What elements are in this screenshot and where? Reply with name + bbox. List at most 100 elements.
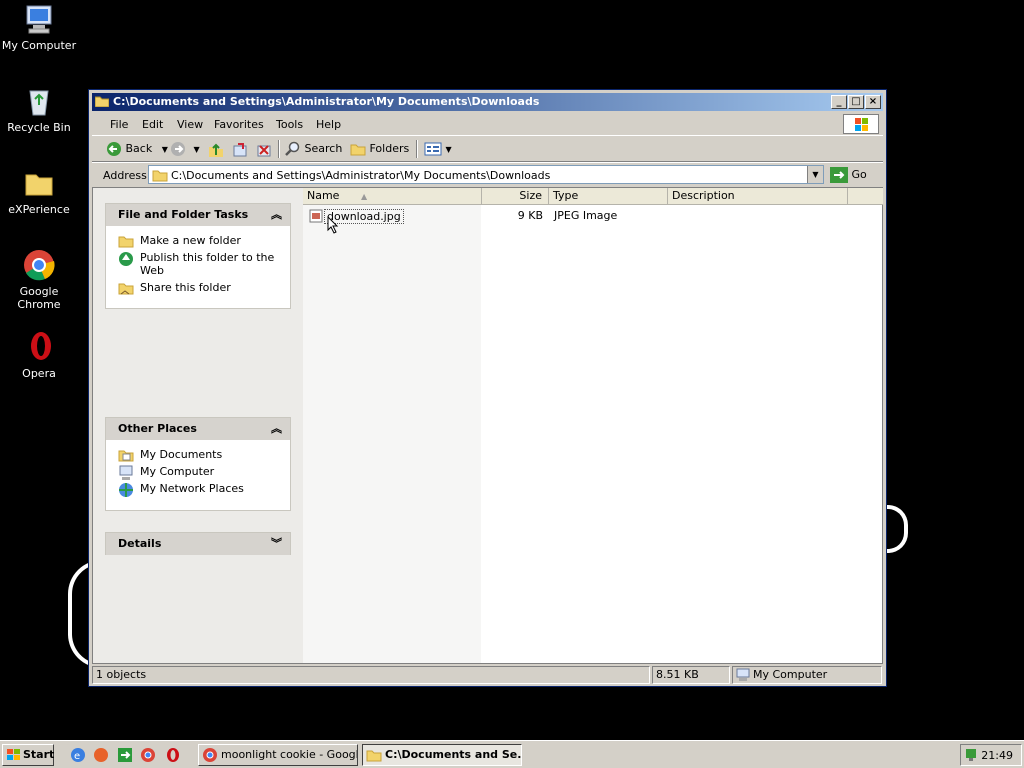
folder-icon [366, 750, 382, 762]
back-dropdown-icon[interactable]: ▼ [162, 145, 168, 154]
panel-title: File and Folder Tasks [118, 208, 249, 221]
my-computer-icon [736, 668, 750, 681]
delete-icon [257, 145, 271, 157]
address-label: Address [103, 169, 147, 182]
my-computer-icon [118, 465, 134, 480]
folder-icon [152, 170, 168, 182]
desktop-icon-recycle-bin[interactable]: Recycle Bin [0, 85, 78, 134]
desktop-wallpaper-stroke [884, 505, 908, 553]
details-panel: Details ︾ [105, 532, 291, 555]
windows-logo-icon [843, 114, 879, 134]
table-row[interactable]: download.jpg 9 KB JPEG Image [303, 208, 882, 224]
minimize-button[interactable]: _ [831, 95, 847, 109]
place-label: My Network Places [140, 482, 244, 495]
windows-logo-icon [7, 749, 20, 760]
delete-button[interactable] [256, 139, 272, 159]
address-value: C:\Documents and Settings\Administrator\… [171, 169, 551, 182]
chevron-up-icon[interactable]: ︽ [271, 418, 282, 440]
opera-icon [23, 331, 55, 363]
column-header-filler [848, 188, 883, 205]
panel-header[interactable]: Details ︾ [106, 533, 290, 555]
maximize-button[interactable]: □ [848, 95, 864, 109]
chevron-up-icon[interactable]: ︽ [271, 204, 282, 226]
quicklaunch-ie-icon[interactable]: e [70, 747, 86, 763]
my-documents-icon [118, 448, 134, 462]
task-link-label: Make a new folder [140, 234, 241, 247]
taskbar-button-chrome[interactable]: moonlight cookie - Googl... [198, 744, 358, 766]
clock[interactable]: 21:49 [981, 749, 1013, 762]
place-my-network-places[interactable]: My Network Places [106, 482, 290, 497]
menu-help[interactable]: Help [316, 118, 341, 131]
forward-dropdown-icon[interactable]: ▼ [194, 145, 200, 154]
address-input[interactable]: C:\Documents and Settings\Administrator\… [148, 165, 824, 184]
quicklaunch-chrome-icon[interactable] [140, 747, 156, 763]
mouse-cursor-icon [327, 216, 339, 234]
desktop-icon-experience[interactable]: eXPerience [0, 167, 78, 216]
network-tray-icon[interactable] [964, 747, 980, 763]
my-computer-icon [23, 3, 55, 35]
task-publish-folder[interactable]: Publish this folder to the Web [106, 251, 290, 277]
column-header-size[interactable]: Size [482, 188, 549, 205]
start-button[interactable]: Start [2, 744, 54, 766]
task-link-label: Publish this folder to the Web [140, 251, 275, 277]
quicklaunch-arrow-icon[interactable] [117, 747, 133, 763]
status-text: My Computer [753, 668, 828, 681]
place-label: My Computer [140, 465, 215, 478]
search-label: Search [304, 142, 343, 155]
desktop-icon-my-computer[interactable]: My Computer [0, 3, 78, 52]
file-list: Name ▲ Size Type Description download.jp… [303, 188, 883, 663]
standard-toolbar: Back ▼ ▼ Search Folders ▼ [92, 137, 883, 162]
column-header-name[interactable]: Name ▲ [303, 188, 482, 205]
menu-file[interactable]: File [110, 118, 128, 131]
move-to-button[interactable] [232, 139, 248, 159]
other-places-panel: Other Places ︽ My Documents My Computer … [105, 417, 291, 511]
forward-button[interactable]: ▼ [170, 139, 200, 159]
panel-title: Details [118, 537, 162, 550]
svg-text:e: e [74, 751, 80, 762]
chevron-down-icon[interactable]: ︾ [271, 533, 282, 555]
back-button[interactable]: Back ▼ [106, 139, 168, 159]
search-button[interactable]: Search [285, 139, 342, 159]
menu-favorites[interactable]: Favorites [214, 118, 264, 131]
column-header-type[interactable]: Type [549, 188, 668, 205]
task-share-folder[interactable]: Share this folder [106, 281, 290, 295]
panel-header[interactable]: Other Places ︽ [106, 418, 290, 440]
file-type: JPEG Image [554, 209, 618, 222]
folders-icon [350, 144, 366, 156]
back-label: Back [125, 142, 153, 155]
desktop-icon-opera[interactable]: Opera [0, 331, 78, 380]
status-location: My Computer [732, 666, 882, 684]
task-make-new-folder[interactable]: Make a new folder [106, 234, 290, 248]
taskbar-button-explorer[interactable]: C:\Documents and Se... [362, 744, 522, 766]
share-folder-icon [118, 281, 134, 295]
folders-button[interactable]: Folders [350, 139, 409, 159]
views-dropdown-icon[interactable]: ▼ [446, 145, 452, 154]
quicklaunch-opera-icon[interactable] [164, 747, 180, 763]
go-arrow-icon [830, 167, 848, 183]
network-places-icon [118, 482, 134, 497]
up-folder-button[interactable] [208, 139, 224, 159]
desktop-icon-google-chrome[interactable]: Google Chrome [0, 249, 78, 311]
place-label: My Documents [140, 448, 223, 461]
views-button[interactable]: ▼ [424, 139, 452, 159]
place-my-documents[interactable]: My Documents [106, 448, 290, 462]
place-my-computer[interactable]: My Computer [106, 465, 290, 480]
window-title: C:\Documents and Settings\Administrator\… [113, 95, 540, 108]
go-button[interactable]: Go [830, 165, 867, 185]
window-titlebar[interactable]: C:\Documents and Settings\Administrator\… [92, 93, 883, 111]
column-label: Name [307, 189, 340, 202]
panel-header[interactable]: File and Folder Tasks ︽ [106, 204, 290, 226]
close-button[interactable]: × [865, 95, 881, 109]
address-dropdown-icon[interactable]: ▼ [807, 166, 823, 183]
menu-edit[interactable]: Edit [142, 118, 163, 131]
explorer-window: C:\Documents and Settings\Administrator\… [88, 89, 887, 687]
status-text: 8.51 KB [656, 668, 699, 681]
file-size: 9 KB [517, 209, 543, 222]
menu-tools[interactable]: Tools [276, 118, 303, 131]
quicklaunch-browser-icon[interactable] [93, 747, 109, 763]
file-folder-tasks-panel: File and Folder Tasks ︽ Make a new folde… [105, 203, 291, 309]
column-header-description[interactable]: Description [668, 188, 848, 205]
menu-view[interactable]: View [177, 118, 203, 131]
status-text: 1 objects [96, 668, 147, 681]
folder-icon [23, 167, 55, 199]
